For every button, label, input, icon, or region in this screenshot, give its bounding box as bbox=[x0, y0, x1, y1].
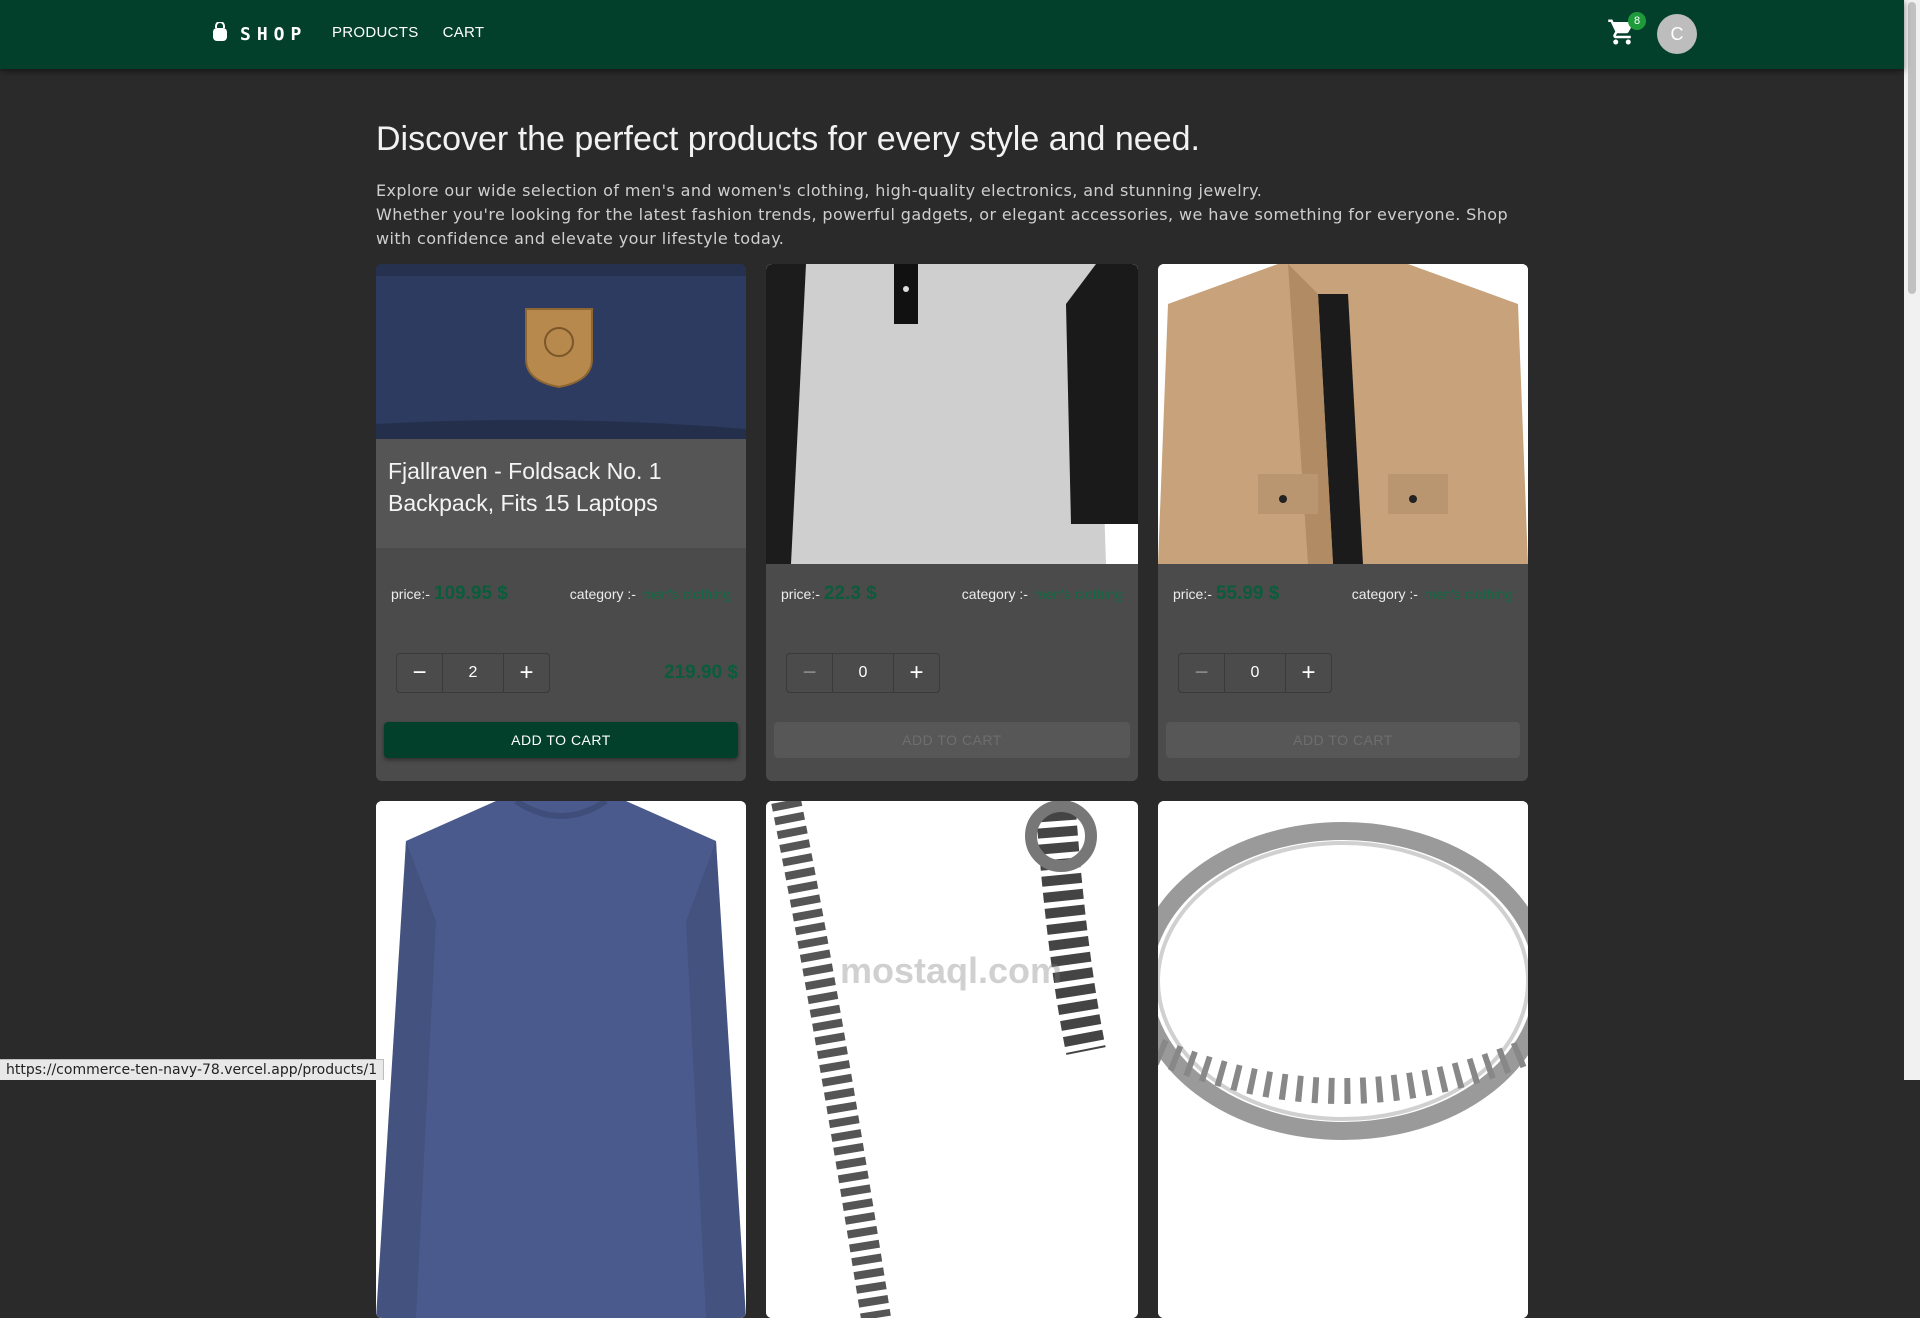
price-category-row: price:-22.3 $ category :- men's clothing bbox=[766, 583, 1138, 605]
price-group: price:-109.95 $ bbox=[391, 583, 508, 605]
quantity-value: 0 bbox=[832, 654, 894, 692]
page-title: Discover the perfect products for every … bbox=[376, 119, 1528, 159]
increase-quantity-button[interactable]: + bbox=[504, 654, 549, 692]
category-label: category :- bbox=[962, 586, 1028, 602]
cart-button[interactable]: 8 bbox=[1604, 16, 1640, 52]
product-card[interactable] bbox=[1158, 801, 1528, 1318]
nav-products[interactable]: PRODUCTS bbox=[332, 24, 419, 41]
product-image[interactable] bbox=[376, 801, 746, 1318]
logo-text: SHOP bbox=[240, 24, 307, 45]
category-label: category :- bbox=[1352, 586, 1418, 602]
decrease-quantity-button[interactable]: − bbox=[787, 654, 832, 692]
price-value: 55.99 $ bbox=[1216, 583, 1279, 604]
product-card[interactable] bbox=[766, 801, 1138, 1318]
category-value[interactable]: men's clothing bbox=[1424, 586, 1513, 602]
main-nav: PRODUCTS CART bbox=[332, 24, 484, 41]
product-image[interactable] bbox=[1158, 801, 1528, 1318]
price-label: price:- bbox=[391, 586, 430, 602]
decrease-quantity-button[interactable]: − bbox=[1179, 654, 1224, 692]
decrease-quantity-button[interactable]: − bbox=[397, 654, 442, 692]
price-value: 22.3 $ bbox=[824, 583, 877, 604]
category-group: category :- men's clothing bbox=[962, 586, 1123, 604]
product-image[interactable] bbox=[1158, 264, 1528, 564]
add-to-cart-button[interactable]: ADD TO CART bbox=[1166, 722, 1520, 758]
status-bar-url: https://commerce-ten-navy-78.vercel.app/… bbox=[0, 1059, 384, 1080]
intro-line-1: Explore our wide selection of men's and … bbox=[376, 179, 1528, 203]
category-group: category :- men's clothing bbox=[1352, 586, 1513, 604]
product-image[interactable] bbox=[766, 264, 1138, 564]
increase-quantity-button[interactable]: + bbox=[894, 654, 939, 692]
product-card[interactable] bbox=[376, 801, 746, 1318]
add-to-cart-button[interactable]: ADD TO CART bbox=[384, 722, 738, 758]
quantity-value: 2 bbox=[442, 654, 504, 692]
price-label: price:- bbox=[1173, 586, 1212, 602]
price-group: price:-22.3 $ bbox=[781, 583, 877, 605]
price-label: price:- bbox=[781, 586, 820, 602]
plus-icon: + bbox=[1301, 659, 1315, 687]
product-title: Fjallraven - Foldsack No. 1 Backpack, Fi… bbox=[376, 439, 746, 548]
watermark-text: mostaql.com bbox=[840, 950, 1062, 992]
shop-bag-icon bbox=[212, 22, 228, 47]
category-label: category :- bbox=[570, 586, 636, 602]
quantity-row: − 2 + 219.90 $ bbox=[396, 653, 738, 693]
product-card[interactable]: price:-22.3 $ category :-men's clothing … bbox=[766, 264, 1138, 781]
product-grid: Fjallraven - Foldsack No. 1 Backpack, Fi… bbox=[376, 264, 1528, 1318]
nav-cart[interactable]: CART bbox=[443, 24, 485, 41]
quantity-stepper: − 0 + bbox=[786, 653, 940, 693]
product-card[interactable]: Fjallraven - Foldsack No. 1 Backpack, Fi… bbox=[376, 264, 746, 781]
add-to-cart-button[interactable]: ADD TO CART bbox=[774, 722, 1130, 758]
category-group: category :- men's clothing bbox=[570, 586, 731, 604]
product-image[interactable] bbox=[376, 264, 746, 439]
plus-icon: + bbox=[519, 659, 533, 687]
product-card[interactable]: price:-55.99 $ category :- men's clothing… bbox=[1158, 264, 1528, 781]
cart-count-badge: 8 bbox=[1628, 12, 1646, 30]
line-total: 219.90 $ bbox=[664, 662, 738, 684]
page-scrollbar[interactable] bbox=[1904, 0, 1920, 1080]
category-value[interactable]: men's clothing bbox=[1034, 586, 1123, 602]
app-bar: SHOP PRODUCTS CART 8 C bbox=[0, 0, 1904, 69]
user-avatar[interactable]: C bbox=[1657, 14, 1697, 54]
main-content: Discover the perfect products for every … bbox=[376, 69, 1528, 251]
scrollbar-thumb[interactable] bbox=[1908, 2, 1916, 294]
quantity-row: − 0 + bbox=[786, 653, 1130, 693]
minus-icon: − bbox=[1194, 659, 1208, 687]
price-category-row: price:-55.99 $ category :- men's clothing bbox=[1158, 583, 1528, 605]
intro-text: Explore our wide selection of men's and … bbox=[376, 179, 1528, 251]
category-value[interactable]: men's clothing bbox=[642, 586, 731, 602]
price-value: 109.95 $ bbox=[434, 583, 508, 604]
quantity-value: 0 bbox=[1224, 654, 1286, 692]
price-category-row: price:-109.95 $ category :- men's clothin… bbox=[376, 583, 746, 605]
minus-icon: − bbox=[802, 659, 816, 687]
increase-quantity-button[interactable]: + bbox=[1286, 654, 1331, 692]
minus-icon: − bbox=[412, 659, 426, 687]
logo-link[interactable]: SHOP bbox=[212, 22, 307, 47]
quantity-stepper: − 2 + bbox=[396, 653, 550, 693]
quantity-row: − 0 + bbox=[1178, 653, 1520, 693]
quantity-stepper: − 0 + bbox=[1178, 653, 1332, 693]
price-group: price:-55.99 $ bbox=[1173, 583, 1279, 605]
plus-icon: + bbox=[909, 659, 923, 687]
intro-line-2: Whether you're looking for the latest fa… bbox=[376, 203, 1528, 251]
product-image[interactable] bbox=[766, 801, 1138, 1318]
